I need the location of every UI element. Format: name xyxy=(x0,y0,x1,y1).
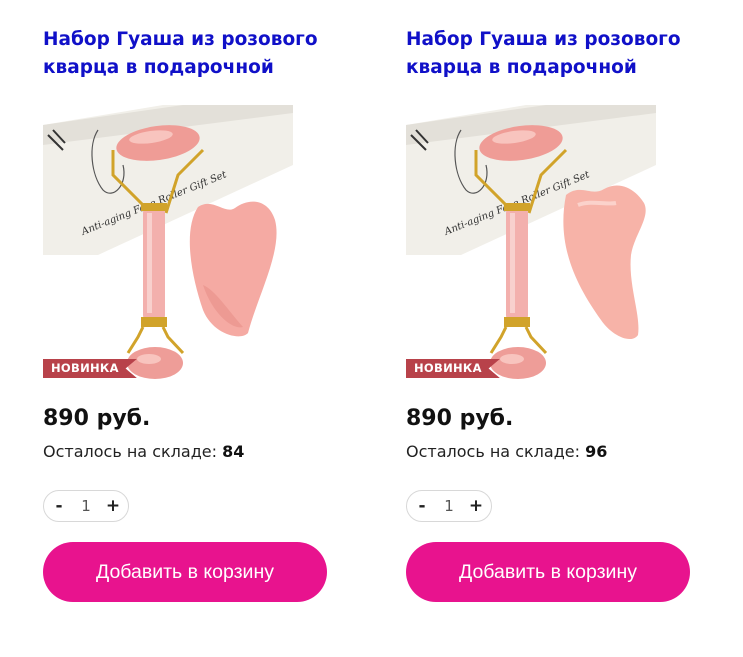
price: 890 руб. xyxy=(43,406,151,431)
qty-input[interactable] xyxy=(74,497,98,515)
product-image[interactable]: Anti-aging Face Roller Gift Set НОВИНКА xyxy=(43,105,293,387)
quantity-stepper: - + xyxy=(406,490,492,522)
stock-info: Осталось на складе: 96 xyxy=(406,442,607,461)
stock-info: Осталось на складе: 84 xyxy=(43,442,244,461)
product-title[interactable]: Набор Гуаша из розового кварца в подароч… xyxy=(406,26,706,82)
qty-minus-button[interactable]: - xyxy=(413,495,431,517)
qty-minus-button[interactable]: - xyxy=(50,495,68,517)
qty-plus-button[interactable]: + xyxy=(104,495,122,517)
product-card: Набор Гуаша из розового кварца в подароч… xyxy=(43,0,343,657)
new-badge: НОВИНКА xyxy=(43,359,137,378)
stock-label: Осталось на складе: xyxy=(406,442,580,461)
add-to-cart-button[interactable]: Добавить в корзину xyxy=(43,542,327,602)
stock-value: 84 xyxy=(222,442,245,461)
product-photo: Anti-aging Face Roller Gift Set xyxy=(43,105,293,387)
stock-value: 96 xyxy=(585,442,608,461)
product-image[interactable]: Anti-aging Face Roller Gift Set НОВИНКА xyxy=(406,105,656,387)
product-photo: Anti-aging Face Roller Gift Set xyxy=(406,105,656,387)
stock-label: Осталось на складе: xyxy=(43,442,217,461)
product-title[interactable]: Набор Гуаша из розового кварца в подароч… xyxy=(43,26,343,82)
qty-plus-button[interactable]: + xyxy=(467,495,485,517)
add-to-cart-button[interactable]: Добавить в корзину xyxy=(406,542,690,602)
price: 890 руб. xyxy=(406,406,514,431)
qty-input[interactable] xyxy=(437,497,461,515)
quantity-stepper: - + xyxy=(43,490,129,522)
new-badge: НОВИНКА xyxy=(406,359,500,378)
product-card: Набор Гуаша из розового кварца в подароч… xyxy=(406,0,706,657)
